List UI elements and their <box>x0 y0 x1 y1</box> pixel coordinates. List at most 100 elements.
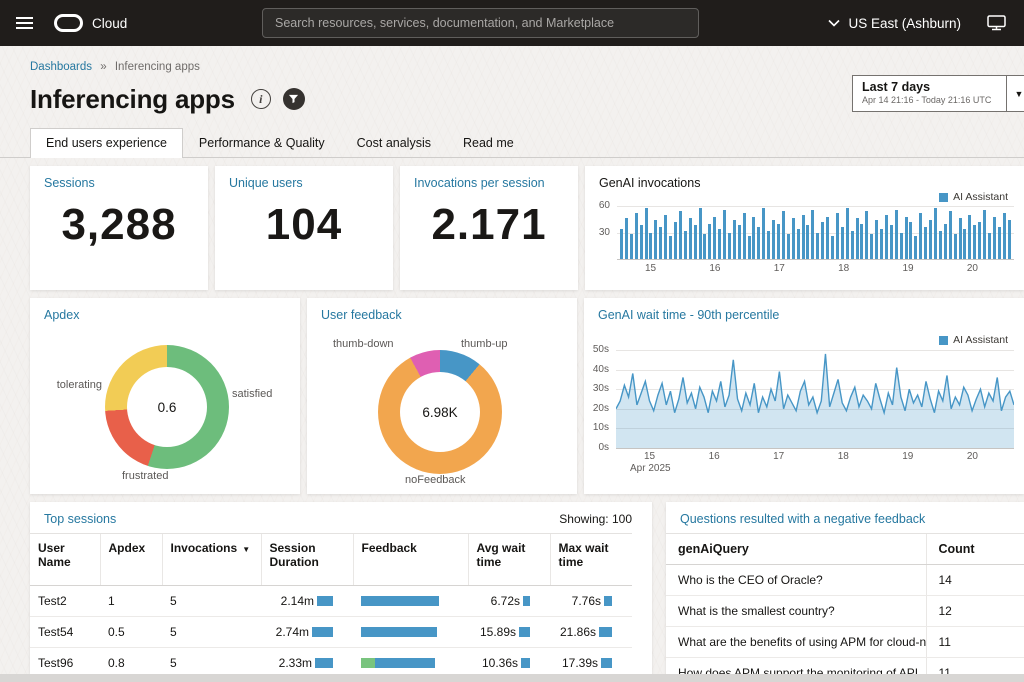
bar <box>841 227 844 259</box>
dashboard-content: Sessions 3,288 Unique users 104 Invocati… <box>0 158 1024 674</box>
card-title-negative-feedback[interactable]: Questions resulted with a negative feedb… <box>680 512 925 526</box>
card-title-unique-users[interactable]: Unique users <box>215 166 393 190</box>
bar <box>890 225 893 259</box>
cell-max-wait: 17.39s <box>550 648 632 675</box>
card-title-invocations-per-session[interactable]: Invocations per session <box>400 166 578 190</box>
table-row[interactable]: What are the benefits of using APM for c… <box>666 627 1024 658</box>
bar <box>684 231 687 259</box>
negative-feedback-table: genAiQuery Count Who is the CEO of Oracl… <box>666 533 1024 674</box>
bar-plot-area <box>617 206 1014 260</box>
table-header-row: User Name Apdex Invocations Session Dura… <box>30 534 632 586</box>
oracle-cloud-brand[interactable]: Cloud <box>54 14 127 32</box>
bar <box>998 227 1001 259</box>
tick-label: 20 <box>967 451 978 462</box>
bar <box>914 236 917 259</box>
cell-session-duration: 2.74m <box>261 617 353 648</box>
user-feedback-donut-chart[interactable]: 6.98K <box>378 350 502 474</box>
bar <box>900 233 903 260</box>
avg-value: 15.89s <box>480 625 516 639</box>
card-title-sessions[interactable]: Sessions <box>30 166 208 190</box>
duration-bar <box>312 627 333 637</box>
col-user-name[interactable]: User Name <box>30 534 100 586</box>
table-row[interactable]: Test960.852.33m10.36s17.39s <box>30 648 632 675</box>
bar <box>826 217 829 259</box>
bottom-scrollbar-strip[interactable] <box>0 674 1024 682</box>
apdex-donut-chart[interactable]: 0.6 <box>105 345 229 469</box>
tick-label: 0s <box>598 442 609 453</box>
cell-apdex: 1 <box>100 586 162 617</box>
date-range-selector[interactable]: Last 7 days Apr 14 21:16 - Today 21:16 U… <box>852 75 1024 112</box>
col-count[interactable]: Count <box>926 534 1024 565</box>
col-genaiquery[interactable]: genAiQuery <box>666 534 926 565</box>
duration-bar <box>317 596 333 606</box>
card-title-top-sessions[interactable]: Top sessions <box>44 512 116 526</box>
bar <box>806 225 809 259</box>
tick-label: 10s <box>593 422 609 433</box>
tab-performance-quality[interactable]: Performance & Quality <box>183 128 341 158</box>
x-axis: 151617181920 <box>635 263 990 274</box>
date-range-detail: Apr 14 21:16 - Today 21:16 UTC <box>862 95 997 105</box>
table-row[interactable]: Test540.552.74m15.89s21.86s <box>30 617 632 648</box>
chevron-down-icon <box>828 19 840 27</box>
search-input[interactable] <box>262 8 699 38</box>
table-row[interactable]: What is the smallest country?12 <box>666 596 1024 627</box>
feedback-bar <box>361 658 460 668</box>
kpi-value-invocations-per-session: 2.171 <box>400 200 578 250</box>
col-apdex[interactable]: Apdex <box>100 534 162 586</box>
cloud-shell-icon[interactable] <box>987 15 1006 31</box>
bar <box>733 220 736 259</box>
kpi-card-sessions: Sessions 3,288 <box>30 166 208 290</box>
tick-label: 30 <box>599 227 610 238</box>
tab-end-users-experience[interactable]: End users experience <box>30 128 183 158</box>
hamburger-menu-icon[interactable] <box>0 0 48 46</box>
tick-label: 18 <box>838 263 849 274</box>
bar <box>865 211 868 259</box>
page: Dashboards » Inferencing apps Inferencin… <box>0 46 1024 682</box>
bar <box>625 218 628 259</box>
bar <box>895 210 898 259</box>
region-selector[interactable]: US East (Ashburn) <box>828 16 961 31</box>
legend-swatch <box>939 336 948 345</box>
col-avg-wait-time[interactable]: Avg wait time <box>468 534 550 586</box>
col-invocations[interactable]: Invocations <box>162 534 261 586</box>
col-feedback[interactable]: Feedback <box>353 534 468 586</box>
bar <box>836 213 839 259</box>
table-row[interactable]: Who is the CEO of Oracle?14 <box>666 565 1024 596</box>
breadcrumb-link-dashboards[interactable]: Dashboards <box>30 61 92 73</box>
breadcrumb: Dashboards » Inferencing apps <box>0 46 1024 75</box>
filter-icon[interactable] <box>283 88 305 110</box>
bar <box>713 217 716 259</box>
cell-invocations: 5 <box>162 648 261 675</box>
bar <box>782 211 785 259</box>
bar <box>802 215 805 259</box>
area-plot-area <box>616 350 1014 448</box>
tick-label: 60 <box>599 200 610 211</box>
chart-legend[interactable]: AI Assistant <box>939 334 1008 346</box>
page-header: Inferencing apps Last 7 days Apr 14 21:1… <box>0 75 1024 119</box>
bar <box>674 222 677 259</box>
col-max-wait-time[interactable]: Max wait time <box>550 534 632 586</box>
feedback-bar <box>361 627 460 637</box>
cell-avg-wait: 6.72s <box>468 586 550 617</box>
avg-value: 6.72s <box>491 594 520 608</box>
chart-legend[interactable]: AI Assistant <box>939 191 1008 203</box>
tab-cost-analysis[interactable]: Cost analysis <box>341 128 447 158</box>
bar <box>870 234 873 259</box>
card-title-wait-time[interactable]: GenAI wait time - 90th percentile <box>584 298 1024 322</box>
col-session-duration[interactable]: Session Duration <box>261 534 353 586</box>
table-row[interactable]: Test2152.14m6.72s7.76s <box>30 586 632 617</box>
avg-value-bar: 15.89s <box>476 625 542 639</box>
bar <box>738 225 741 259</box>
breadcrumb-current: Inferencing apps <box>115 61 200 73</box>
segment-label-thumb-up: thumb-up <box>461 338 507 350</box>
table-row[interactable]: How does APM support the monitoring of A… <box>666 658 1024 675</box>
chevron-down-icon[interactable] <box>1006 76 1024 111</box>
cell-apdex: 0.5 <box>100 617 162 648</box>
cell-user-name: Test54 <box>30 617 100 648</box>
info-icon[interactable] <box>251 89 271 109</box>
tab-read-me[interactable]: Read me <box>447 128 530 158</box>
bar <box>816 233 819 260</box>
bar <box>767 231 770 259</box>
cell-query: Who is the CEO of Oracle? <box>666 565 926 596</box>
kpi-card-invocations-per-session: Invocations per session 2.171 <box>400 166 578 290</box>
